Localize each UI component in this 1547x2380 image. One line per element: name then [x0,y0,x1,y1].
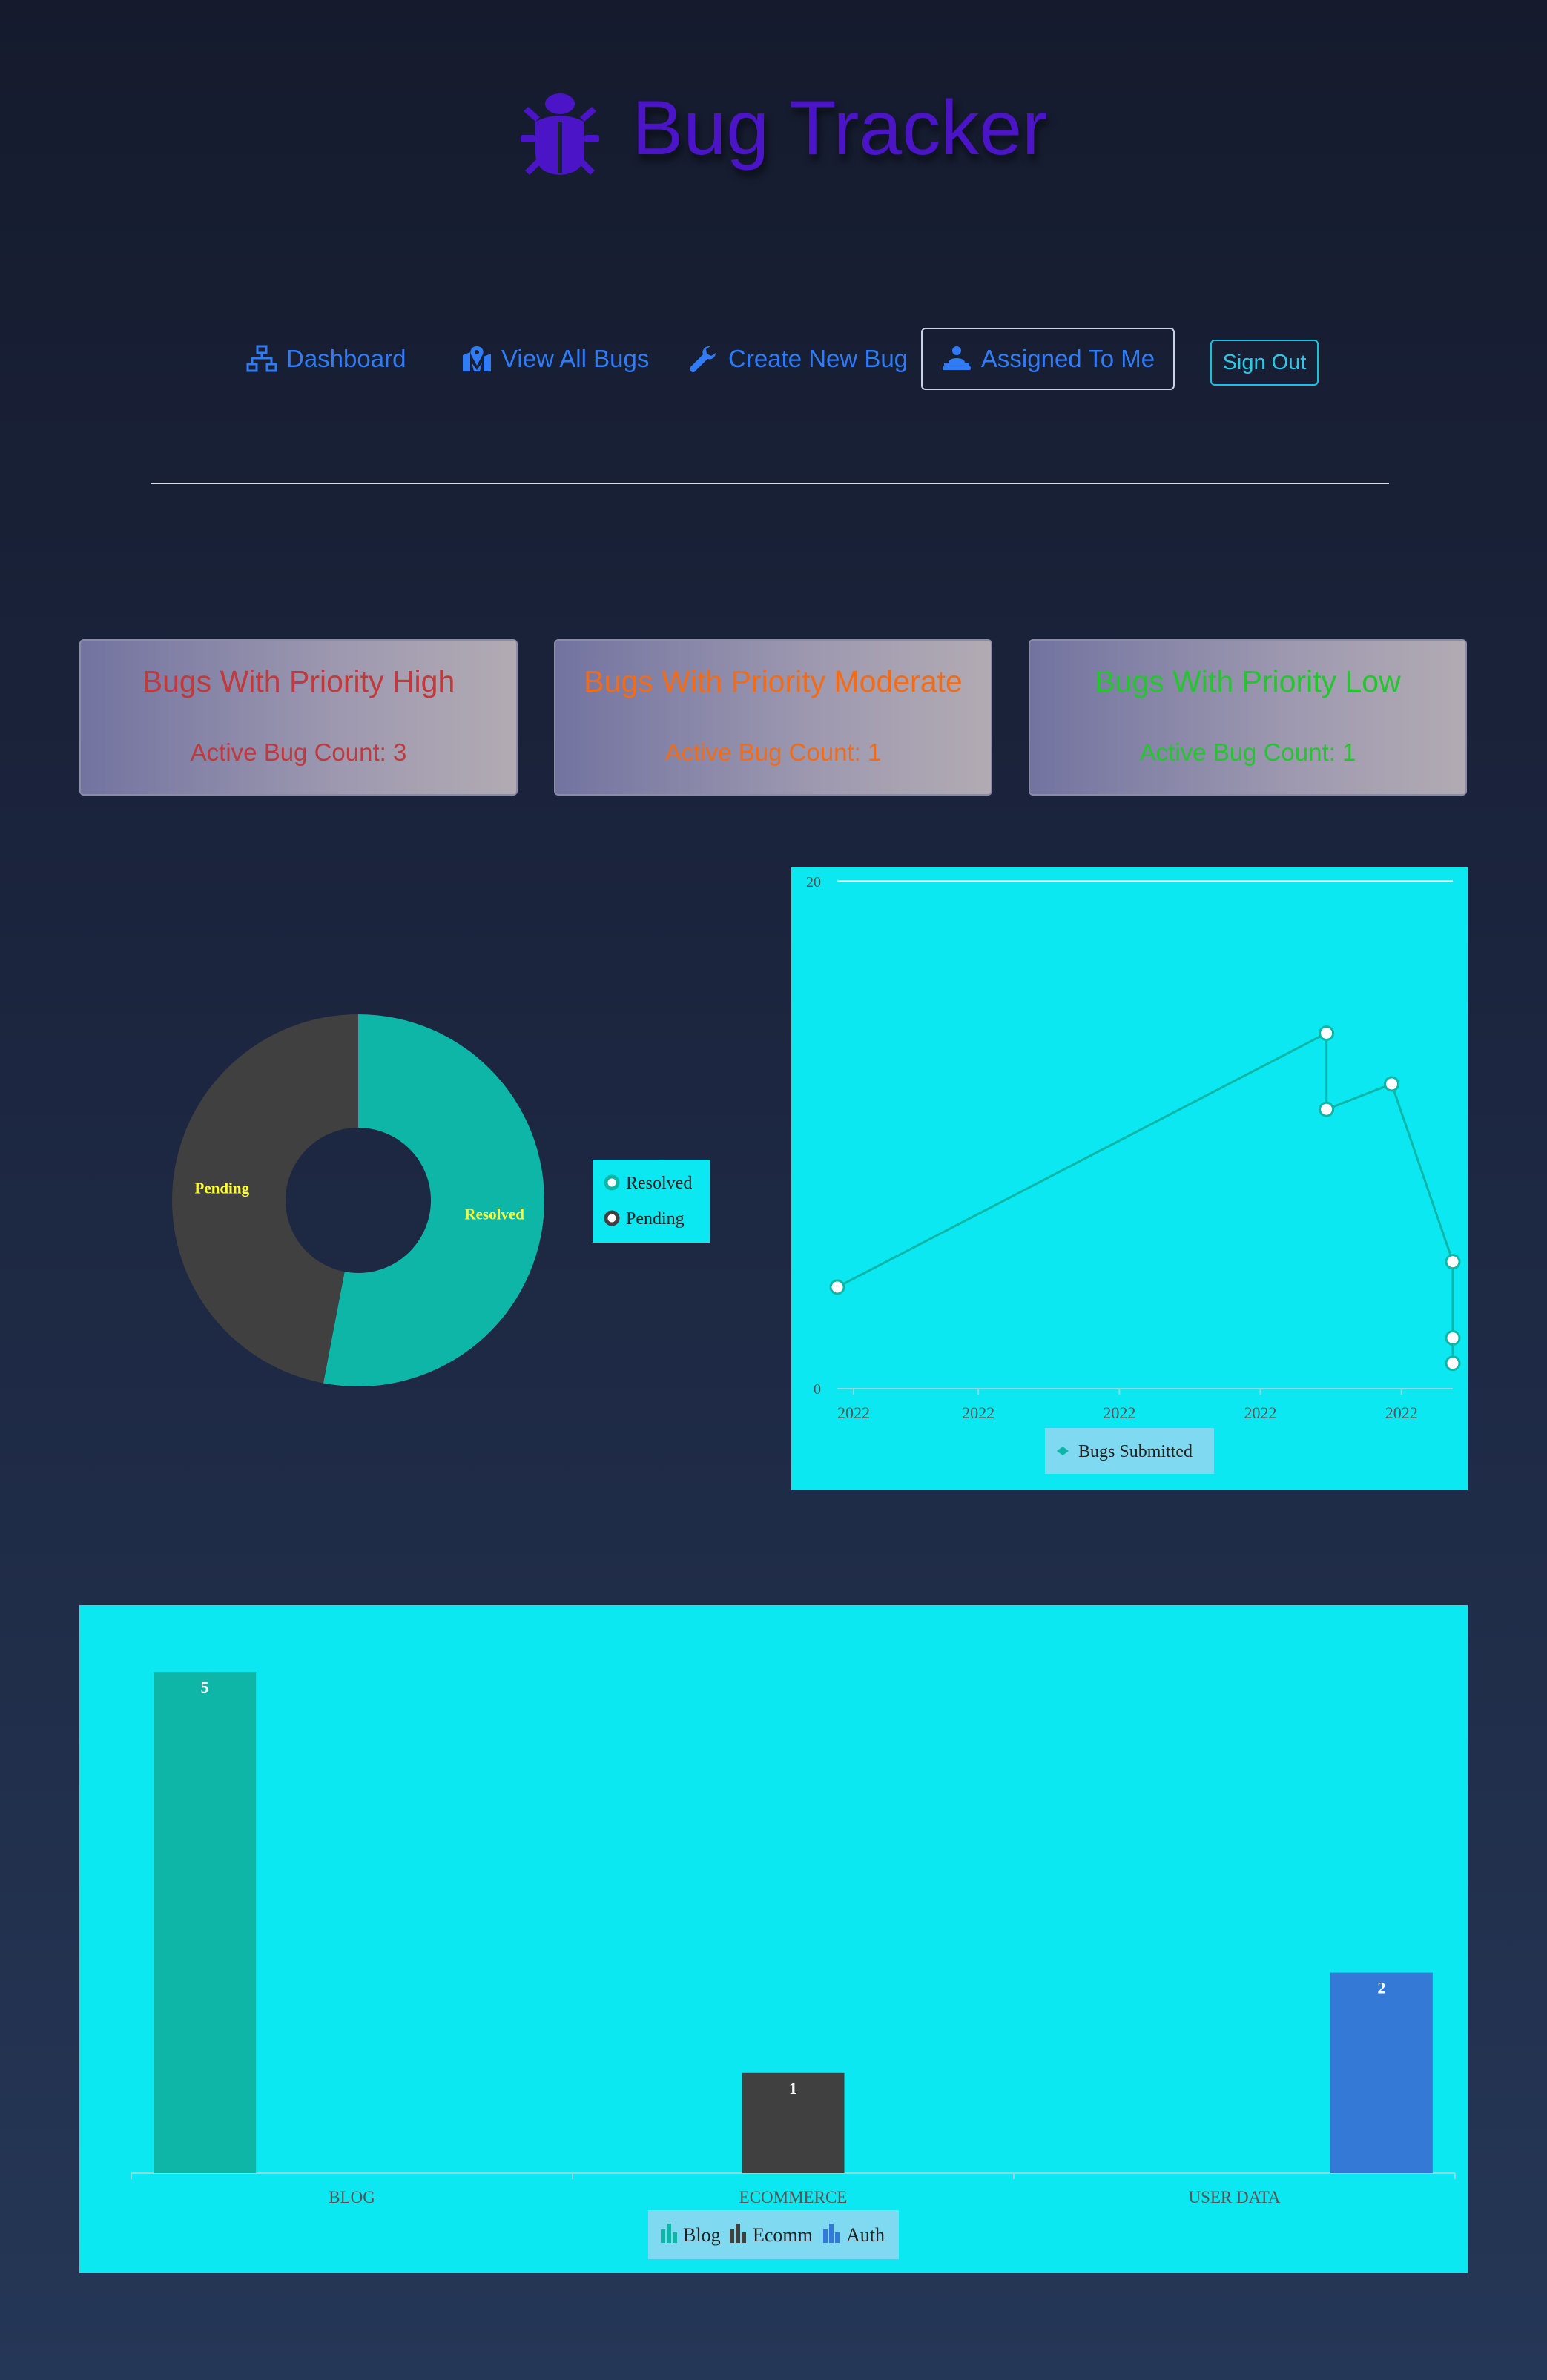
sitemap-icon [246,345,277,372]
donut-legend-box [593,1160,710,1243]
card-count: Active Bug Count: 1 [664,738,882,766]
bug-icon [521,93,599,175]
data-point[interactable] [1319,1025,1335,1041]
legend-label-bugs-submitted: Bugs Submitted [1078,1442,1193,1461]
sign-out-button[interactable]: Sign Out [1210,340,1319,386]
data-point[interactable] [1445,1355,1461,1372]
card-title: Bugs With Priority Low [1095,664,1401,698]
series-line-bugs-submitted [837,1031,1454,1363]
x-tick-label: 2022 [1385,1404,1418,1422]
card-title: Bugs With Priority Moderate [584,664,963,698]
bar-value-label: 5 [201,1678,209,1696]
data-point[interactable] [1319,1101,1335,1117]
x-ticks: BLOG ECOMMERCE USER DATA [131,2173,1456,2207]
app-header: Bug Tracker [0,74,1547,193]
app-title: Bug Tracker [632,85,1048,171]
legend-label-resolved: Resolved [626,1174,692,1193]
bar-blog[interactable] [154,1672,257,2173]
nav-label: Create New Bug [728,345,908,372]
donut-slice-pending[interactable] [171,1014,358,1384]
series-points [829,1025,1461,1372]
x-tick-label: 2022 [837,1404,870,1422]
map-marked-icon [463,346,491,371]
nav-create-new-bug[interactable]: Create New Bug [688,331,908,387]
y-tick-label: 0 [814,1381,821,1398]
nav-label: View All Bugs [501,345,650,372]
card-title: Bugs With Priority High [142,664,455,698]
bugs-submitted-line-chart: 20 0 2022 2022 2022 2022 2022 Bugs Submitted [791,867,1468,1490]
legend-marker-pending [604,1210,620,1226]
bar-legend: Blog Ecomm Auth [648,2210,899,2259]
x-tick-label: 2022 [1244,1404,1277,1422]
bars: 5 1 2 [154,1672,1433,2173]
header-divider [151,483,1389,484]
resolved-pending-donut-chart: Resolved Pending Resolved Pending [171,1014,710,1386]
nav-dashboard[interactable]: Dashboard [246,331,406,387]
bar-value-label: 1 [789,2079,797,2098]
x-tick-label: BLOG [329,2188,375,2207]
legend-marker-resolved [604,1174,620,1191]
data-point[interactable] [1445,1254,1461,1270]
data-point[interactable] [1445,1330,1461,1346]
card-count: Active Bug Count: 3 [190,738,407,766]
data-point[interactable] [1384,1076,1400,1092]
nav-view-all-bugs[interactable]: View All Bugs [461,331,649,387]
priority-card-low: Bugs With Priority Low Active Bug Count:… [1029,639,1467,796]
x-tick-label: 2022 [1103,1404,1135,1422]
user-laptop-icon [942,346,971,370]
donut-slices [171,1014,544,1386]
legend-label-blog: Blog [683,2224,721,2246]
nav-label: Assigned To Me [980,345,1155,372]
project-bugs-bar-chart: BLOG ECOMMERCE USER DATA 5 1 2 Blog Ecomm Au… [79,1605,1468,2273]
bar-auth[interactable] [1330,1972,1433,2173]
legend-label-pending: Pending [626,1209,685,1229]
bar-value-label: 2 [1377,1979,1385,1997]
wrench-icon [690,346,716,373]
bar-chart-svg: BLOG ECOMMERCE USER DATA 5 1 2 Blog Ecomm Au… [131,1672,1456,2259]
nav-assigned-to-me[interactable]: Assigned To Me [921,328,1175,390]
slice-label-pending: Pending [195,1180,250,1197]
card-count: Active Bug Count: 1 [1139,738,1356,766]
nav-label: Dashboard [286,345,406,372]
donut-legend: Resolved Pending [593,1160,710,1243]
y-tick-label: 20 [806,874,821,890]
line-legend: Bugs Submitted [1045,1428,1214,1474]
priority-card-moderate: Bugs With Priority Moderate Active Bug C… [554,639,992,796]
line-chart-svg: 20 0 2022 2022 2022 2022 2022 Bugs Submitted [806,874,1461,1474]
x-tick-label: ECOMMERCE [739,2188,848,2207]
legend-label-auth: Auth [846,2224,885,2246]
legend-label-ecomm: Ecomm [753,2224,813,2246]
x-tick-label: USER DATA [1188,2188,1280,2207]
slice-label-resolved: Resolved [464,1205,524,1223]
x-ticks: 2022 2022 2022 2022 2022 [837,1389,1418,1422]
priority-card-high: Bugs With Priority High Active Bug Count… [79,639,518,796]
x-tick-label: 2022 [962,1404,994,1422]
data-point[interactable] [829,1279,845,1295]
